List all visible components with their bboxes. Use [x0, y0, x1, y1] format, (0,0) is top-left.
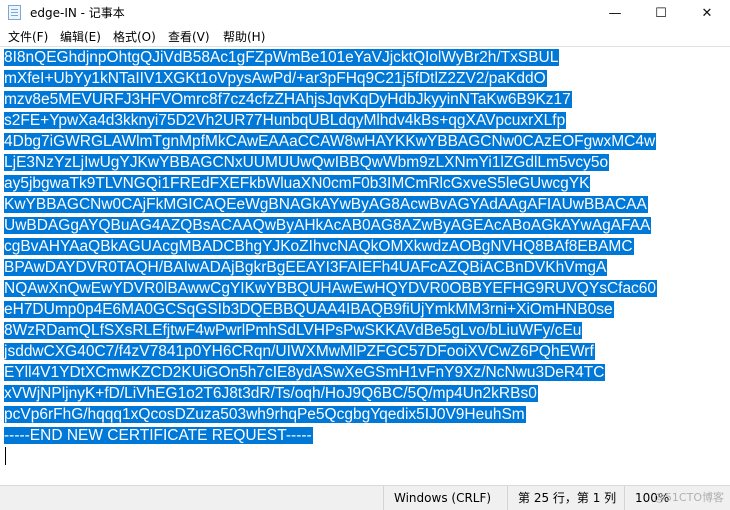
editor-line: KwYBBAGCNw0CAjFkMGICAQEeWgBNAGkAYwByAG8A… — [4, 195, 648, 215]
text-editor[interactable]: 8I8nQEGhdjnpOhtgQJiVdB58Ac1gFZpWmBe101eY… — [0, 46, 730, 486]
selected-text: -----END NEW CERTIFICATE REQUEST----- — [4, 427, 313, 444]
selected-text: 8I8nQEGhdjnpOhtgQJiVdB58Ac1gFZpWmBe101eY… — [4, 49, 560, 66]
menu-help[interactable]: 帮助(H) — [223, 28, 265, 45]
menu-edit[interactable]: 编辑(E) — [60, 28, 101, 45]
selected-text: jsddwCXG40C7/f4zV7841p0YH6CRqn/UIWXMwMlP… — [4, 343, 595, 360]
selected-text: cgBvAHYAaQBkAGUAcgMBADCBhgYJKoZIhvcNAQkO… — [4, 238, 634, 255]
selected-text: ay5jbgwaTk9TLVNGQi1FREdFXEFkbWluaXN0cmF0… — [4, 175, 591, 192]
editor-line: cgBvAHYAaQBkAGUAcgMBADCBhgYJKoZIhvcNAQkO… — [4, 237, 634, 257]
window-title: edge-IN - 记事本 — [30, 6, 125, 20]
line-ending-status: Windows (CRLF) — [383, 486, 501, 510]
editor-line: NQAwXnQwEwYDVR0lBAwwCgYIKwYBBQUHAwEwHQYD… — [4, 279, 658, 299]
editor-line: mXfeI+UbYy1kNTaIIV1XGKt1oVpysAwPd/+ar3pF… — [4, 69, 547, 89]
editor-line: jsddwCXG40C7/f4zV7841p0YH6CRqn/UIWXMwMlP… — [4, 342, 595, 362]
status-bar: Windows (CRLF) 第 25 行，第 1 列 100% @51CTO博… — [0, 485, 730, 510]
cursor-position-status: 第 25 行，第 1 列 — [507, 486, 623, 510]
text-caret — [5, 447, 6, 465]
selected-text: xVWjNPljnyK+fD/LiVhEG1o2T6J8t3dR/Ts/oqh/… — [4, 385, 538, 402]
editor-line: mzv8e5MEVURFJ3HFVOmrc8f7cz4cfzZHAhjsJqvK… — [4, 90, 572, 110]
selected-text: mXfeI+UbYy1kNTaIIV1XGKt1oVpysAwPd/+ar3pF… — [4, 70, 547, 87]
maximize-button[interactable]: ☐ — [638, 0, 684, 26]
editor-line: BPAwDAYDVR0TAQH/BAIwADAjBgkrBgEEAYI3FAIE… — [4, 258, 608, 278]
editor-line: UwBDAGgAYQBuAG4AZQBsACAAQwByAHkAcAB0AG8A… — [4, 216, 652, 236]
editor-line: xVWjNPljnyK+fD/LiVhEG1o2T6J8t3dR/Ts/oqh/… — [4, 384, 538, 404]
editor-line: EYll4V1YDtXCmwKZCD2KUiGOn5h7cIE8ydASwXeG… — [4, 363, 606, 383]
editor-line: s2FE+YpwXa4d3kknyi75D2Vh2UR77HunbqUBLdqy… — [4, 111, 567, 131]
close-button[interactable]: ✕ — [684, 0, 730, 26]
editor-line: 8I8nQEGhdjnpOhtgQJiVdB58Ac1gFZpWmBe101eY… — [4, 48, 560, 68]
selected-text: KwYBBAGCNw0CAjFkMGICAQEeWgBNAGkAYwByAG8A… — [4, 196, 648, 213]
editor-line: 4Dbg7iGWRGLAWlmTgnMpfMkCAwEAAaCCAW8wHAYK… — [4, 132, 657, 152]
editor-line: 8WzRDamQLfSXsRLEfjtwF4wPwrlPmhSdLVHPsPwS… — [4, 321, 583, 341]
menu-format[interactable]: 格式(O) — [113, 28, 156, 45]
editor-line: eH7DUmp0p4E6MA0GCSqGSIb3DQEBBQUAA4IBAQB9… — [4, 300, 614, 320]
selected-text: EYll4V1YDtXCmwKZCD2KUiGOn5h7cIE8ydASwXeG… — [4, 364, 606, 381]
editor-line: pcVp6rFhG/hqqq1xQcosDZuza503wh9rhqPe5Qcg… — [4, 405, 526, 425]
editor-line: ay5jbgwaTk9TLVNGQi1FREdFXEFkbWluaXN0cmF0… — [4, 174, 591, 194]
menu-bar: 文件(F) 编辑(E) 格式(O) 查看(V) 帮助(H) — [0, 26, 730, 46]
selected-text: LjE3NzYzLjIwUgYJKwYBBAGCNxUUMUUwQwIBBQwW… — [4, 154, 610, 171]
title-bar: edge-IN - 记事本 — ☐ ✕ — [0, 0, 730, 26]
notepad-icon — [8, 5, 21, 20]
watermark-text: @51CTO博客 — [653, 491, 724, 504]
selected-text: s2FE+YpwXa4d3kknyi75D2Vh2UR77HunbqUBLdqy… — [4, 112, 567, 129]
editor-line: -----END NEW CERTIFICATE REQUEST----- — [4, 426, 313, 446]
selected-text: mzv8e5MEVURFJ3HFVOmrc8f7cz4cfzZHAhjsJqvK… — [4, 91, 572, 108]
selected-text: NQAwXnQwEwYDVR0lBAwwCgYIKwYBBQUHAwEwHQYD… — [4, 280, 658, 297]
editor-line: LjE3NzYzLjIwUgYJKwYBBAGCNxUUMUUwQwIBBQwW… — [4, 153, 610, 173]
selected-text: eH7DUmp0p4E6MA0GCSqGSIb3DQEBBQUAA4IBAQB9… — [4, 301, 614, 318]
menu-file[interactable]: 文件(F) — [8, 28, 48, 45]
selected-text: UwBDAGgAYQBuAG4AZQBsACAAQwByAHkAcAB0AG8A… — [4, 217, 652, 234]
selected-text: 4Dbg7iGWRGLAWlmTgnMpfMkCAwEAAaCCAW8wHAYK… — [4, 133, 657, 150]
selected-text: BPAwDAYDVR0TAQH/BAIwADAjBgkrBgEEAYI3FAIE… — [4, 259, 608, 276]
minimize-button[interactable]: — — [592, 0, 638, 26]
menu-view[interactable]: 查看(V) — [168, 28, 210, 45]
selected-text: pcVp6rFhG/hqqq1xQcosDZuza503wh9rhqPe5Qcg… — [4, 406, 526, 423]
selected-text: 8WzRDamQLfSXsRLEfjtwF4wPwrlPmhSdLVHPsPwS… — [4, 322, 583, 339]
